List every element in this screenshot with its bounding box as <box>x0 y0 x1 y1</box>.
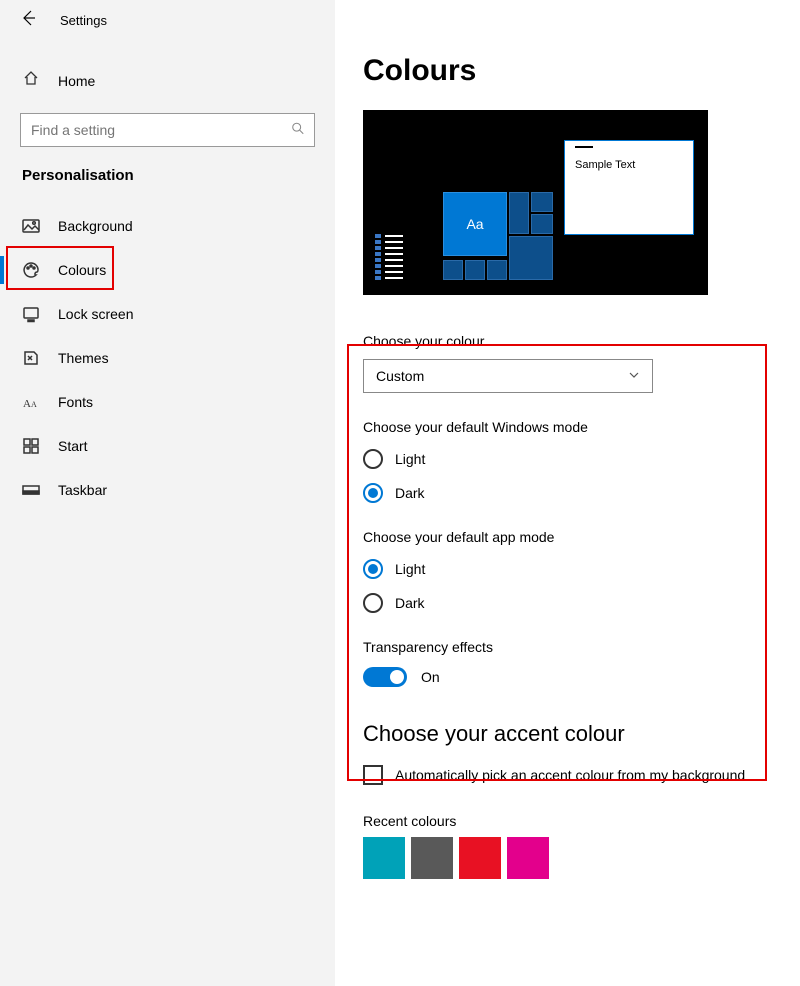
radio-icon <box>363 593 383 613</box>
radio-icon <box>363 449 383 469</box>
nav-item-start[interactable]: Start <box>0 424 335 468</box>
radio-label: Dark <box>395 595 425 611</box>
preview-sample-window: Sample Text <box>564 140 694 235</box>
picture-icon <box>22 217 40 235</box>
radio-app-light[interactable]: Light <box>363 559 772 579</box>
nav-item-colours[interactable]: Colours <box>0 248 335 292</box>
home-icon <box>22 70 40 91</box>
nav-item-taskbar[interactable]: Taskbar <box>0 468 335 512</box>
search-input[interactable] <box>20 113 315 147</box>
app-mode-label: Choose your default app mode <box>363 529 772 545</box>
nav-list: Background Colours Lock screen Themes AA… <box>0 204 335 512</box>
back-icon[interactable] <box>20 10 36 31</box>
radio-label: Light <box>395 451 425 467</box>
windows-mode-label: Choose your default Windows mode <box>363 419 772 435</box>
nav-label: Taskbar <box>58 482 107 498</box>
radio-windows-dark[interactable]: Dark <box>363 483 772 503</box>
toggle-state-label: On <box>421 669 440 685</box>
nav-item-background[interactable]: Background <box>0 204 335 248</box>
toggle-switch <box>363 667 407 687</box>
dropdown-value: Custom <box>376 368 424 384</box>
search-icon <box>291 122 305 139</box>
nav-item-themes[interactable]: Themes <box>0 336 335 380</box>
radio-app-dark[interactable]: Dark <box>363 593 772 613</box>
palette-icon <box>22 261 40 279</box>
sidebar: Settings Home Personalisation Background… <box>0 0 335 986</box>
transparency-toggle[interactable]: On <box>363 667 772 687</box>
svg-text:A: A <box>23 398 31 410</box>
nav-home[interactable]: Home <box>0 58 335 103</box>
choose-colour-label: Choose your colour <box>363 333 772 349</box>
preview-sliders <box>375 234 403 280</box>
start-icon <box>22 437 40 455</box>
nav-label: Background <box>58 218 133 234</box>
nav-label: Themes <box>58 350 109 366</box>
taskbar-icon <box>22 481 40 499</box>
colour-swatch[interactable] <box>363 837 405 879</box>
recent-colours-row <box>363 837 772 879</box>
theme-preview: Aa Sample Text <box>363 110 708 295</box>
radio-label: Dark <box>395 485 425 501</box>
accent-title: Choose your accent colour <box>363 721 772 747</box>
preview-tiles: Aa <box>443 180 533 280</box>
recent-colours-label: Recent colours <box>363 813 772 829</box>
chevron-down-icon <box>628 369 640 384</box>
preview-sample-text: Sample Text <box>575 159 683 171</box>
checkbox-icon <box>363 765 383 785</box>
auto-accent-checkbox[interactable]: Automatically pick an accent colour from… <box>363 765 772 785</box>
nav-item-lock-screen[interactable]: Lock screen <box>0 292 335 336</box>
page-title: Colours <box>363 54 772 88</box>
themes-icon <box>22 349 40 367</box>
radio-icon <box>363 559 383 579</box>
nav-label: Lock screen <box>58 306 133 322</box>
colour-swatch[interactable] <box>459 837 501 879</box>
nav-item-fonts[interactable]: AA Fonts <box>0 380 335 424</box>
transparency-label: Transparency effects <box>363 639 772 655</box>
nav-label: Start <box>58 438 88 454</box>
lock-screen-icon <box>22 305 40 323</box>
radio-windows-light[interactable]: Light <box>363 449 772 469</box>
colour-swatch[interactable] <box>411 837 453 879</box>
nav-home-label: Home <box>58 73 95 89</box>
title-bar: Settings <box>0 0 335 40</box>
svg-text:A: A <box>31 400 37 409</box>
nav-label: Fonts <box>58 394 93 410</box>
search-container <box>0 113 335 147</box>
colour-swatch[interactable] <box>507 837 549 879</box>
preview-tile-large: Aa <box>443 192 507 256</box>
checkbox-label: Automatically pick an accent colour from… <box>395 767 745 783</box>
main-content: Colours Aa Sample Text Choose your colou… <box>335 0 800 986</box>
radio-icon <box>363 483 383 503</box>
radio-label: Light <box>395 561 425 577</box>
choose-colour-dropdown[interactable]: Custom <box>363 359 653 393</box>
nav-label: Colours <box>58 262 106 278</box>
section-header: Personalisation <box>0 147 335 192</box>
window-title: Settings <box>60 13 107 28</box>
fonts-icon: AA <box>22 393 40 411</box>
